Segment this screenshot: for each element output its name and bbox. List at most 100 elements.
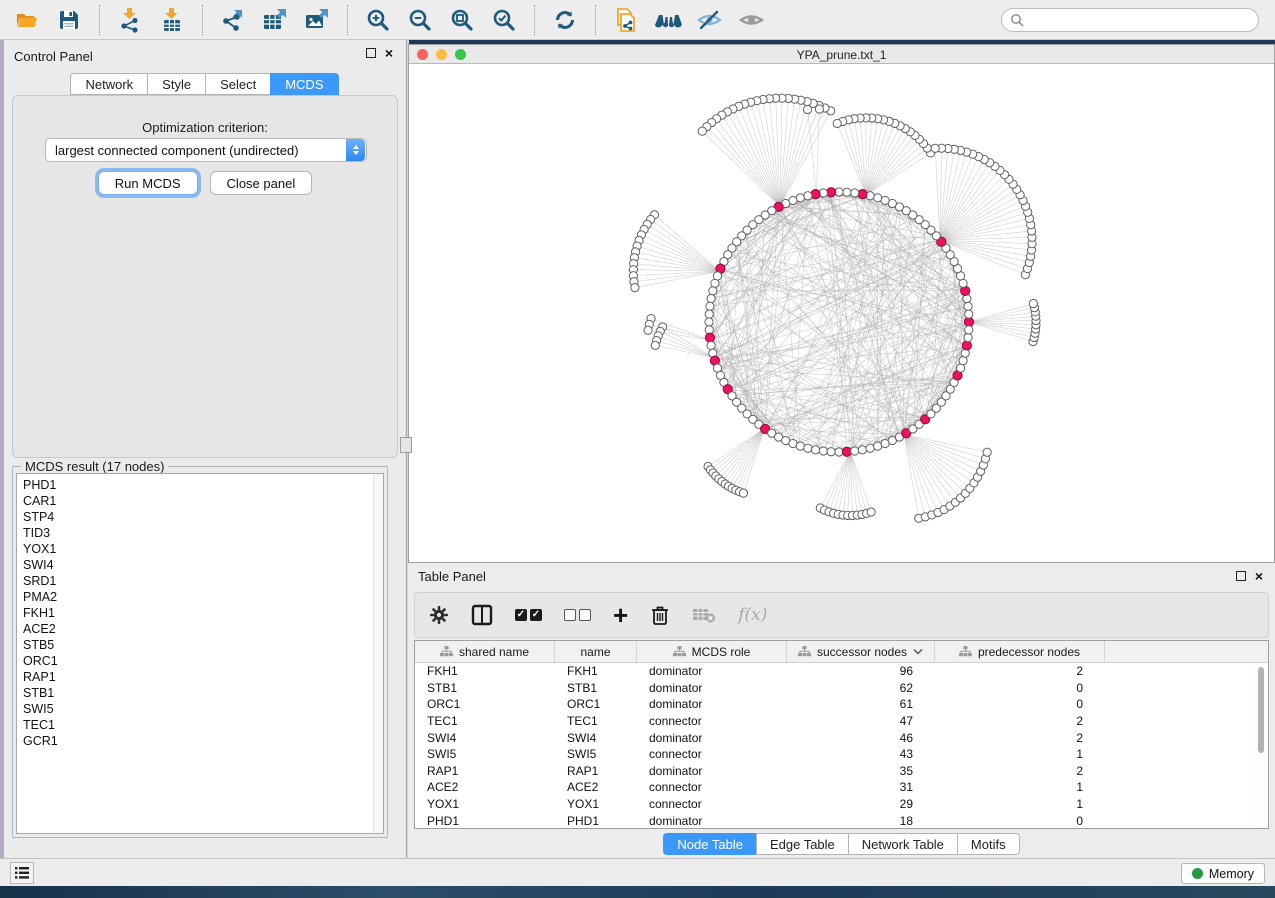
cell-empty: [1105, 680, 1268, 697]
cell-shared-name: PHD1: [415, 812, 555, 829]
list-item[interactable]: TID3: [23, 525, 383, 541]
refresh-button[interactable]: [544, 3, 586, 37]
table-row[interactable]: ACE2ACE2connector311: [415, 779, 1268, 796]
list-item[interactable]: SRD1: [23, 573, 383, 589]
zoom-fit-button[interactable]: [441, 3, 483, 37]
list-item[interactable]: YOX1: [23, 541, 383, 557]
cell-mcds-role: dominator: [637, 763, 787, 780]
new-network-from-selection-button[interactable]: [605, 3, 647, 37]
network-graph[interactable]: [409, 64, 1274, 562]
first-neighbors-button[interactable]: [647, 3, 689, 37]
table-scrollbar[interactable]: [1255, 665, 1266, 827]
export-network-button[interactable]: [212, 3, 254, 37]
list-item[interactable]: STB5: [23, 637, 383, 653]
zoom-in-button[interactable]: [357, 3, 399, 37]
list-item[interactable]: FKH1: [23, 605, 383, 621]
list-item[interactable]: SWI5: [23, 701, 383, 717]
mcds-result-list[interactable]: PHD1 CAR1 STP4 TID3 YOX1 SWI4 SRD1 PMA2 …: [16, 473, 384, 834]
panel-splitter-handle[interactable]: [400, 437, 412, 453]
table-row[interactable]: ORC1ORC1dominator610: [415, 696, 1268, 713]
select-all-button[interactable]: ✓✓: [515, 600, 542, 630]
table-header-row: shared name name MCDS role successor nod…: [415, 641, 1268, 663]
column-label: predecessor nodes: [978, 645, 1080, 659]
show-panels-list-button[interactable]: [10, 862, 34, 884]
table-scrollbar-thumb[interactable]: [1258, 667, 1264, 753]
export-table-button[interactable]: [254, 3, 296, 37]
tab-network-table[interactable]: Network Table: [848, 833, 957, 855]
control-panel-tabs: Network Style Select MCDS: [4, 73, 405, 95]
control-panel: Control Panel × Network Style Select MCD…: [4, 40, 406, 858]
desktop-edge-bottom: [0, 886, 1275, 898]
list-scrollbar[interactable]: [373, 474, 383, 833]
table-settings-button[interactable]: [429, 600, 449, 630]
columns-icon: [471, 604, 493, 626]
float-panel-icon[interactable]: [366, 48, 376, 58]
list-item[interactable]: ORC1: [23, 653, 383, 669]
column-header-predecessor-nodes[interactable]: predecessor nodes: [935, 641, 1105, 662]
table-row[interactable]: SWI4SWI4dominator462: [415, 729, 1268, 746]
function-builder-button[interactable]: f(x): [738, 600, 767, 630]
control-panel-title: Control Panel: [14, 49, 93, 64]
show-all-button[interactable]: [731, 3, 773, 37]
list-item[interactable]: PHD1: [23, 477, 383, 493]
search-field[interactable]: [1001, 8, 1259, 32]
table-row[interactable]: YOX1YOX1connector291: [415, 796, 1268, 813]
zoom-out-button[interactable]: [399, 3, 441, 37]
column-header-successor-nodes[interactable]: successor nodes: [787, 641, 935, 662]
zoom-selected-button[interactable]: [483, 3, 525, 37]
close-panel-icon[interactable]: ×: [1255, 571, 1263, 581]
save-session-button[interactable]: [48, 3, 90, 37]
tab-edge-table[interactable]: Edge Table: [756, 833, 848, 855]
column-header-shared-name[interactable]: shared name: [415, 641, 555, 662]
run-mcds-button[interactable]: Run MCDS: [98, 171, 198, 195]
cell-predecessor: 1: [935, 746, 1105, 763]
export-image-button[interactable]: [296, 3, 338, 37]
optimization-criterion-select[interactable]: largest connected component (undirected): [45, 138, 367, 162]
delete-column-button[interactable]: [650, 600, 670, 630]
list-item[interactable]: GCR1: [23, 733, 383, 749]
show-column-button[interactable]: [471, 600, 493, 630]
column-header-name[interactable]: name: [555, 641, 637, 662]
tab-network[interactable]: Network: [70, 73, 147, 95]
list-item[interactable]: RAP1: [23, 669, 383, 685]
list-item[interactable]: TEC1: [23, 717, 383, 733]
cell-shared-name: TEC1: [415, 713, 555, 730]
float-panel-icon[interactable]: [1236, 571, 1246, 581]
tab-style[interactable]: Style: [147, 73, 205, 95]
tab-mcds[interactable]: MCDS: [270, 73, 338, 95]
list-item[interactable]: SWI4: [23, 557, 383, 573]
import-network-button[interactable]: [109, 3, 151, 37]
list-item[interactable]: STP4: [23, 509, 383, 525]
table-row[interactable]: TEC1TEC1connector472: [415, 713, 1268, 730]
table-row[interactable]: STB1STB1dominator620: [415, 680, 1268, 697]
hide-selected-button[interactable]: [689, 3, 731, 37]
plus-icon: +: [613, 604, 628, 626]
table-panel: Table Panel × ✓✓ + f(x) shared name: [408, 563, 1275, 858]
memory-button[interactable]: Memory: [1181, 863, 1265, 884]
close-panel-icon[interactable]: ×: [385, 48, 393, 58]
table-row[interactable]: FKH1FKH1dominator962: [415, 663, 1268, 680]
deselect-all-button[interactable]: [564, 600, 591, 630]
tab-motifs[interactable]: Motifs: [957, 833, 1020, 855]
column-header-mcds-role[interactable]: MCDS role: [637, 641, 787, 662]
list-item[interactable]: ACE2: [23, 621, 383, 637]
close-panel-button[interactable]: Close panel: [210, 171, 313, 195]
search-input[interactable]: [1029, 13, 1239, 27]
cell-mcds-role: dominator: [637, 729, 787, 746]
list-item[interactable]: STB1: [23, 685, 383, 701]
export-image-icon: [304, 7, 330, 33]
tab-node-table[interactable]: Node Table: [663, 833, 756, 855]
table-row[interactable]: SWI5SWI5connector431: [415, 746, 1268, 763]
table-row[interactable]: PHD1PHD1dominator180: [415, 812, 1268, 829]
list-item[interactable]: CAR1: [23, 493, 383, 509]
open-file-button[interactable]: [6, 3, 48, 37]
import-table-button[interactable]: [151, 3, 193, 37]
column-label: shared name: [459, 645, 529, 659]
create-column-button[interactable]: +: [613, 600, 628, 630]
delete-table-button[interactable]: [692, 600, 716, 630]
refresh-icon: [552, 7, 578, 33]
table-row[interactable]: RAP1RAP1dominator352: [415, 763, 1268, 780]
list-item[interactable]: PMA2: [23, 589, 383, 605]
tab-select[interactable]: Select: [205, 73, 270, 95]
cell-mcds-role: dominator: [637, 696, 787, 713]
